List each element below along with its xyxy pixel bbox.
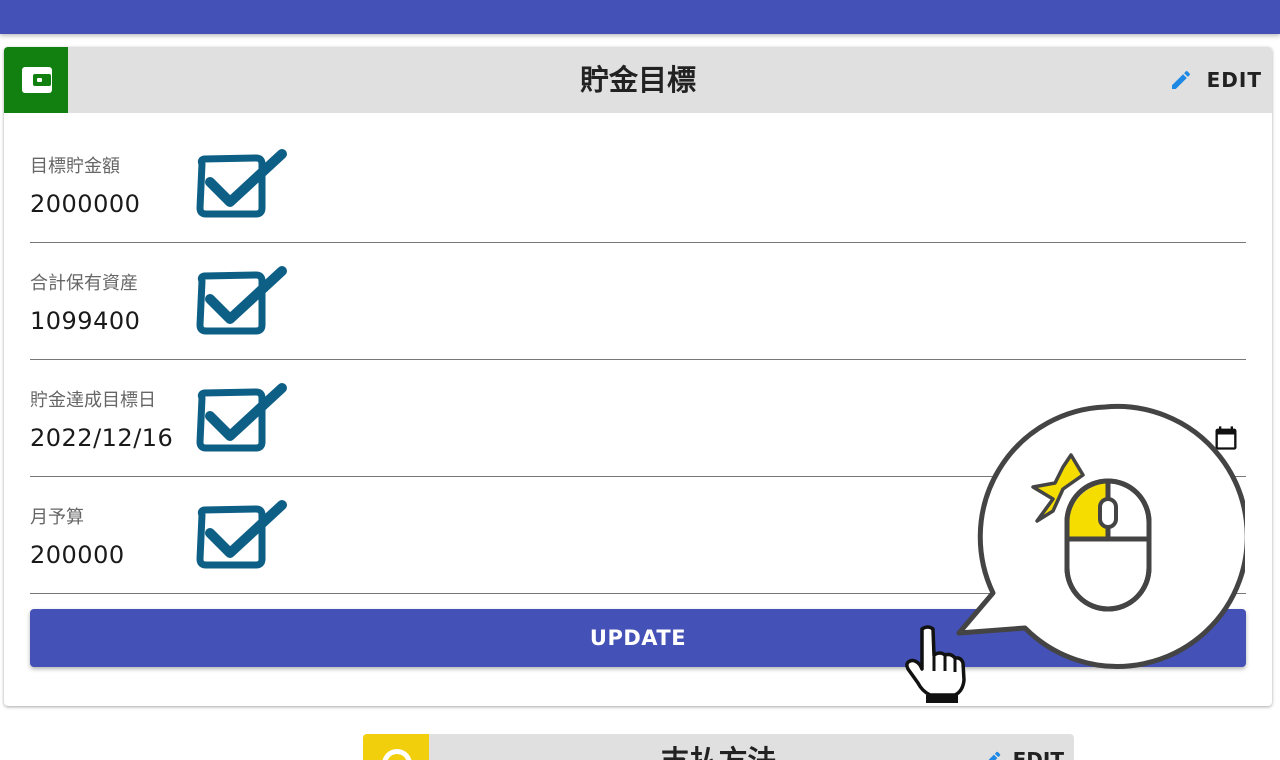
total-assets-field[interactable]: 合計保有資産 1099400 [30, 266, 1246, 360]
pencil-icon [988, 751, 1000, 760]
edit-label: EDIT [1012, 748, 1064, 760]
checkmark-icon [196, 500, 287, 569]
field-label: 月予算 [30, 507, 84, 528]
payment-method-card: 支払方法 EDIT [363, 734, 1074, 760]
app-bar [0, 0, 1280, 34]
checkmark-icon [196, 383, 287, 452]
checkmark-icon [196, 266, 287, 335]
field-value[interactable]: 1099400 [30, 307, 140, 335]
field-value[interactable]: 200000 [30, 541, 125, 569]
mouse-click-icon [956, 403, 1245, 669]
field-value[interactable]: 2022/12/16 [30, 424, 173, 452]
field-label: 貯金達成目標日 [30, 390, 156, 411]
card-title: 貯金目標 [579, 63, 696, 97]
edit-button[interactable]: EDIT [981, 748, 1064, 760]
checkmark-icon [196, 149, 287, 218]
card-title: 支払方法 [363, 736, 1074, 760]
field-value[interactable]: 2000000 [30, 190, 140, 218]
target-savings-field[interactable]: 目標貯金額 2000000 [30, 149, 1246, 243]
edit-button[interactable]: EDIT [1169, 62, 1262, 98]
field-label: 目標貯金額 [30, 156, 120, 177]
hand-pointer-icon [905, 625, 966, 703]
edit-label: EDIT [1206, 68, 1262, 92]
pencil-icon [1171, 70, 1190, 89]
field-label: 合計保有資産 [30, 273, 138, 294]
card-header: 貯金目標 EDIT [4, 47, 1272, 113]
